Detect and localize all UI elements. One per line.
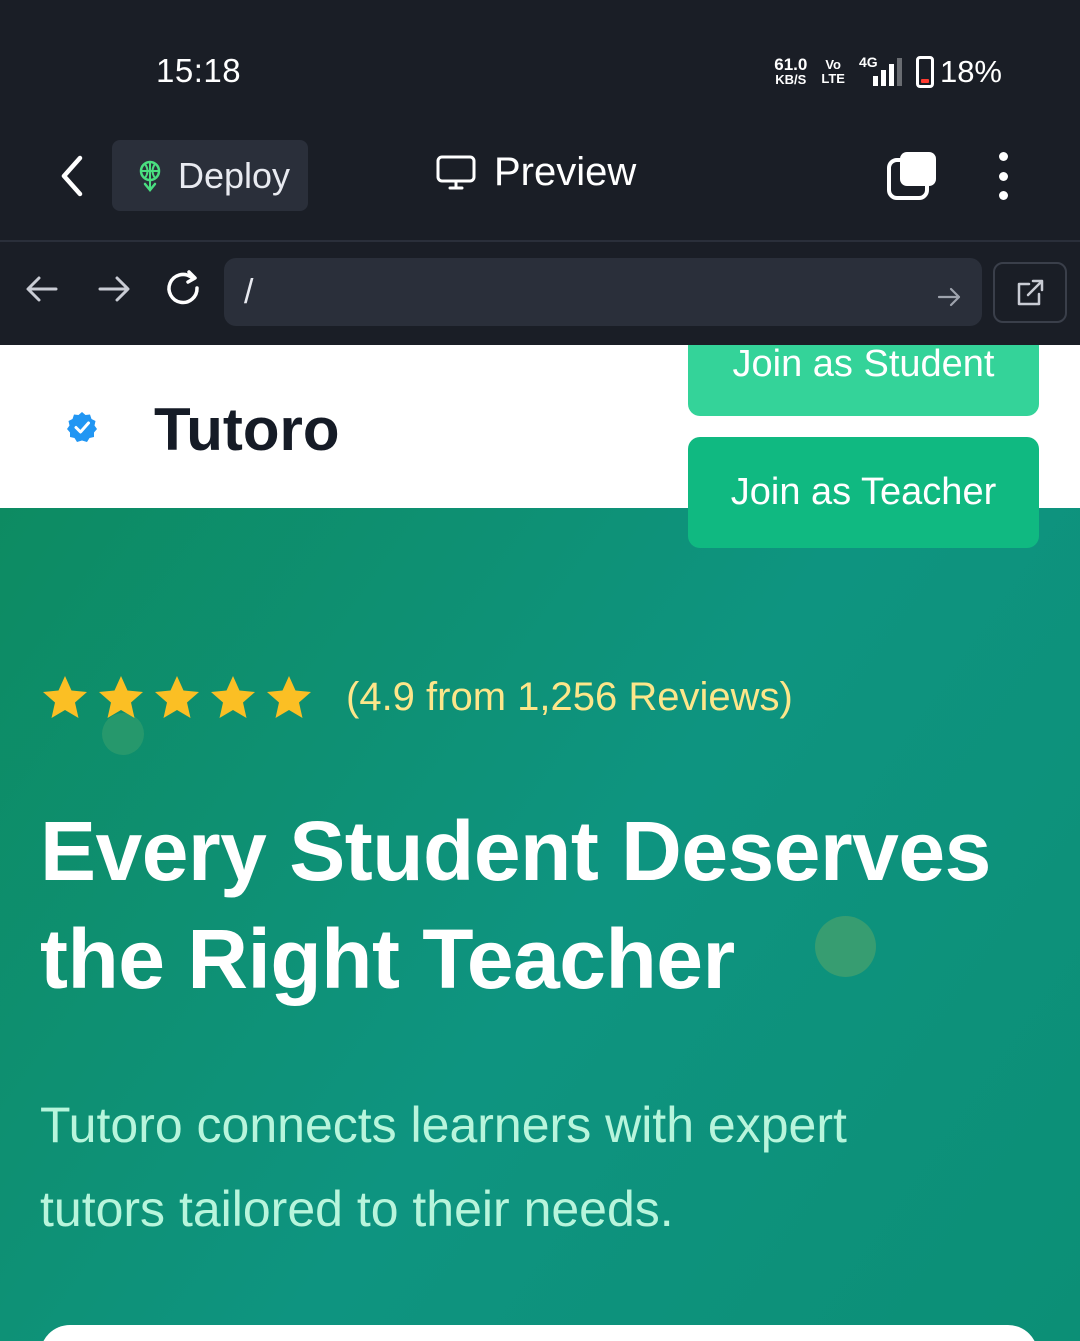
battery-indicator: 18%: [915, 54, 1002, 90]
cta-card[interactable]: [40, 1325, 1038, 1341]
verified-badge-icon: [67, 412, 97, 442]
join-student-button[interactable]: Join as Student: [688, 345, 1039, 416]
deploy-button[interactable]: Deploy: [112, 140, 308, 211]
webpage-preview: Tutoro Join as Student Join as Teacher (…: [0, 345, 1080, 1341]
rating-text: (4.9 from 1,256 Reviews): [346, 675, 793, 719]
reload-icon[interactable]: [164, 269, 204, 309]
signal-bar: [872, 76, 878, 86]
hero-headline: Every Student Deserves the Right Teacher: [40, 797, 1040, 1013]
signal-bar: [888, 64, 894, 86]
nav-back-arrow-icon[interactable]: [22, 269, 62, 309]
preview-label: Preview: [494, 150, 637, 194]
star-icon: [155, 676, 199, 718]
hero-headline-line1: Every Student Deserves: [40, 804, 991, 898]
hero-subtext: Tutoro connects learners with expert tut…: [40, 1083, 940, 1251]
hero-headline-line2: the Right Teacher: [40, 912, 735, 1006]
more-options-icon[interactable]: [994, 152, 1012, 200]
network-speed-value: 61.0: [774, 55, 808, 74]
url-bar: /: [0, 242, 1080, 345]
status-bar: 15:18 61.0 KB/S Vo LTE 4G 18%: [0, 0, 1080, 130]
star-icon: [99, 676, 143, 718]
battery-icon: [915, 56, 934, 88]
hero-subtext-line1: Tutoro connects learners with expert: [40, 1097, 847, 1153]
preview-tab[interactable]: Preview: [436, 150, 636, 195]
monitor-icon: [436, 155, 476, 189]
status-time: 15:18: [156, 52, 242, 89]
app-toolbar: Deploy Preview: [0, 130, 1080, 242]
star-icon: [43, 676, 87, 718]
network-speed: 61.0 KB/S: [774, 55, 808, 87]
star-icon: [211, 676, 255, 718]
back-chevron-icon[interactable]: [52, 152, 92, 200]
url-path: /: [244, 272, 254, 311]
signal-bar: [896, 58, 902, 86]
tabs-switcher-icon[interactable]: [886, 150, 938, 202]
battery-percent: 18%: [939, 54, 1002, 89]
nav-forward-arrow-icon[interactable]: [94, 269, 134, 309]
rating-stars: [40, 673, 314, 723]
deploy-icon: [139, 160, 161, 192]
signal-icon: 4G: [859, 54, 902, 86]
network-type: 4G: [858, 54, 878, 70]
open-external-button[interactable]: [993, 262, 1067, 323]
join-teacher-button[interactable]: Join as Teacher: [688, 437, 1039, 548]
volte-top: Vo: [825, 57, 841, 72]
external-link-icon: [1017, 279, 1044, 305]
signal-bar: [880, 70, 886, 86]
status-icons: 61.0 KB/S Vo LTE 4G 18%: [774, 54, 1002, 90]
volte-indicator: Vo LTE: [821, 58, 845, 86]
site-logo-text[interactable]: Tutoro: [154, 395, 339, 464]
url-input[interactable]: /: [224, 258, 982, 326]
deploy-label: Deploy: [178, 154, 291, 196]
url-go-arrow-icon[interactable]: [936, 280, 962, 307]
volte-bottom: LTE: [821, 71, 845, 86]
network-speed-unit: KB/S: [775, 72, 807, 87]
hero-subtext-line2: tutors tailored to their needs.: [40, 1181, 674, 1237]
star-icon: [267, 676, 311, 718]
